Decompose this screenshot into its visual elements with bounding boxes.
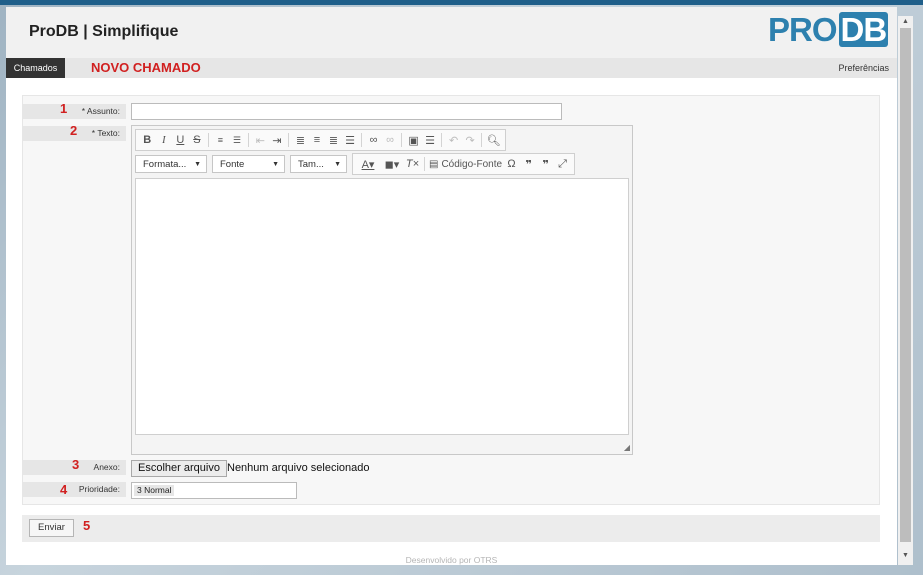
toolbar-separator [441,133,443,147]
editor-content-area[interactable] [135,178,629,435]
page-title: NOVO CHAMADO [91,60,201,75]
undo-icon[interactable]: ↶ [446,132,461,148]
font-combo[interactable]: Fonte ▼ [212,155,285,173]
size-combo[interactable]: Tam... ▼ [290,155,347,173]
page-header: ProDB | Simplifique PRO DB [6,7,897,58]
nav-tab-chamados[interactable]: Chamados [6,58,65,78]
logo-pro-text: PRO [768,11,838,48]
underline-icon[interactable]: U [173,132,188,148]
vertical-scrollbar[interactable]: ▲ ▼ [898,16,913,565]
unlink-icon[interactable]: ∞ [383,132,398,148]
source-code-label: Código-Fonte [441,158,503,170]
align-justify-icon[interactable]: ☰ [343,132,358,148]
chevron-down-icon: ▼ [272,160,279,168]
indent-icon[interactable]: ⇥ [270,132,285,148]
toolbar-separator [288,133,290,147]
blockquote-icon[interactable]: ❞ [521,156,536,172]
logo-db-text: DB [838,11,889,48]
remove-format-icon[interactable]: T× [405,156,420,172]
format-combo[interactable]: Formata... ▼ [135,155,207,173]
window-top-stripe [0,0,923,5]
search-icon[interactable]: 🔍︎ [486,132,501,148]
align-left-icon[interactable]: ≣ [293,132,308,148]
toolbar-separator [208,133,210,147]
powered-by-footer: Desenvolvido por OTRS [405,555,498,565]
step-marker-3: 3 [72,457,80,472]
maximize-icon[interactable]: ⤢ [555,156,570,172]
priority-selected-value: 3 Normal [134,485,175,496]
editor-toolbar-group: A▾ ◼▾ T× ▤ Código-Fonte Ω ❞ ❞ ⤢ [352,153,576,175]
format-combo-label: Formata... [143,158,187,170]
align-right-icon[interactable]: ≣ [326,132,341,148]
toolbar-separator [248,133,250,147]
subject-label: * Assunto: [23,104,126,119]
priority-select[interactable]: 3 Normal [131,482,297,499]
step-marker-1: 1 [60,101,68,116]
source-code-icon: ▤ [429,158,439,170]
subject-input[interactable] [131,103,562,120]
new-ticket-form: * Assunto: 1 * Texto: 2 B I U S ≡ ☰ ⇤ ⇥ … [22,95,880,505]
priority-label: Prioridade: [23,482,126,497]
special-character-icon[interactable]: Ω [504,156,519,172]
redo-icon[interactable]: ↷ [463,132,478,148]
scroll-up-icon[interactable]: ▲ [898,16,913,28]
scroll-down-icon[interactable]: ▼ [898,550,913,562]
scroll-thumb[interactable] [900,28,911,542]
quote-icon[interactable]: ❞ [538,156,553,172]
editor-toolbar-row-1: B I U S ≡ ☰ ⇤ ⇥ ≣ ≡ ≣ ☰ ∞ ∞ ▣ ☰ ↶ ↷ 🔍︎ [135,129,506,151]
choose-file-button[interactable]: Escolher arquivo [131,460,227,477]
resize-handle-icon[interactable]: ◢ [624,443,630,452]
prodb-logo[interactable]: PRO DB [768,11,889,48]
outdent-icon[interactable]: ⇤ [253,132,268,148]
toolbar-separator [401,133,403,147]
step-marker-4: 4 [60,482,68,497]
nav-bar: Chamados NOVO CHAMADO Preferências [6,58,897,78]
image-icon[interactable]: ▣ [406,132,421,148]
step-marker-2: 2 [70,123,78,138]
background-color-icon[interactable]: ◼▾ [381,156,403,172]
numbered-list-icon[interactable]: ≡ [213,132,228,148]
form-footer: Enviar 5 [22,515,880,542]
submit-button[interactable]: Enviar [29,519,74,537]
size-combo-label: Tam... [298,158,324,170]
file-status-text: Nenhum arquivo selecionado [227,462,370,474]
bold-icon[interactable]: B [140,132,155,148]
bulleted-list-icon[interactable]: ☰ [230,132,245,148]
editor-toolbar-row-2: Formata... ▼ Fonte ▼ Tam... ▼ A▾ ◼▾ T× ▤… [135,153,587,175]
source-code-button[interactable]: ▤ Código-Fonte [429,156,502,172]
app-title: ProDB | Simplifique [29,23,179,40]
browser-frame: ProDB | Simplifique PRO DB Chamados NOVO… [6,7,897,565]
text-color-icon[interactable]: A▾ [357,156,379,172]
italic-icon[interactable]: I [157,132,172,148]
toolbar-separator [481,133,483,147]
font-combo-label: Fonte [220,158,245,170]
strikethrough-icon[interactable]: S [190,132,205,148]
preferences-link[interactable]: Preferências [838,63,889,73]
rich-text-editor: B I U S ≡ ☰ ⇤ ⇥ ≣ ≡ ≣ ☰ ∞ ∞ ▣ ☰ ↶ ↷ 🔍︎ F… [131,125,633,455]
chevron-down-icon: ▼ [334,160,341,168]
chevron-down-icon: ▼ [194,160,201,168]
link-icon[interactable]: ∞ [366,132,381,148]
horizontal-rule-icon[interactable]: ☰ [423,132,438,148]
step-marker-5: 5 [83,518,91,533]
align-center-icon[interactable]: ≡ [310,132,325,148]
toolbar-separator [424,157,425,171]
toolbar-separator [361,133,363,147]
